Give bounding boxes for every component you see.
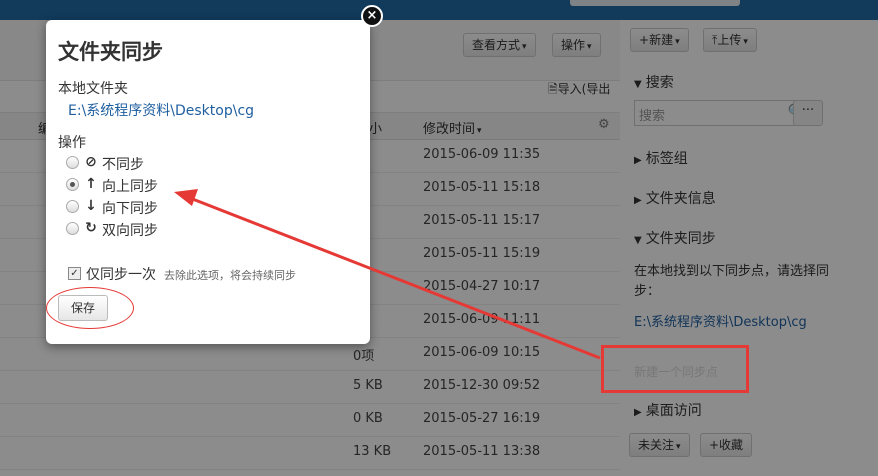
- sync-once-hint: 去除此选项，将会持续同步: [164, 269, 296, 282]
- close-icon[interactable]: ×: [361, 5, 383, 27]
- new-sync-point-link[interactable]: 新建一个同步点: [634, 363, 718, 380]
- sync-once-label[interactable]: 仅同步一次: [86, 264, 156, 284]
- local-folder-path[interactable]: E:\系统程序资料\Desktop\cg: [68, 100, 254, 120]
- local-folder-label: 本地文件夹: [58, 81, 128, 97]
- new-sync-point-highlight[interactable]: 新建一个同步点: [601, 345, 749, 393]
- radio-sync-up[interactable]: [66, 178, 79, 191]
- arrow-down-icon: ↓: [85, 198, 97, 214]
- sync-once-checkbox[interactable]: ✓: [68, 267, 81, 280]
- save-button[interactable]: 保存: [58, 295, 108, 321]
- radio-two-way-sync[interactable]: [66, 222, 79, 235]
- radio-sync-down[interactable]: [66, 200, 79, 213]
- dialog-title: 文件夹同步: [58, 40, 163, 64]
- ban-icon: ⊘: [85, 154, 97, 170]
- arrow-up-icon: ↑: [85, 176, 97, 192]
- radio-no-sync[interactable]: [66, 156, 79, 169]
- folder-sync-dialog: 文件夹同步 本地文件夹 E:\系统程序资料\Desktop\cg 操作 ⊘ 不同…: [46, 20, 370, 344]
- refresh-icon: ↻: [85, 220, 97, 236]
- operation-label: 操作: [58, 135, 86, 151]
